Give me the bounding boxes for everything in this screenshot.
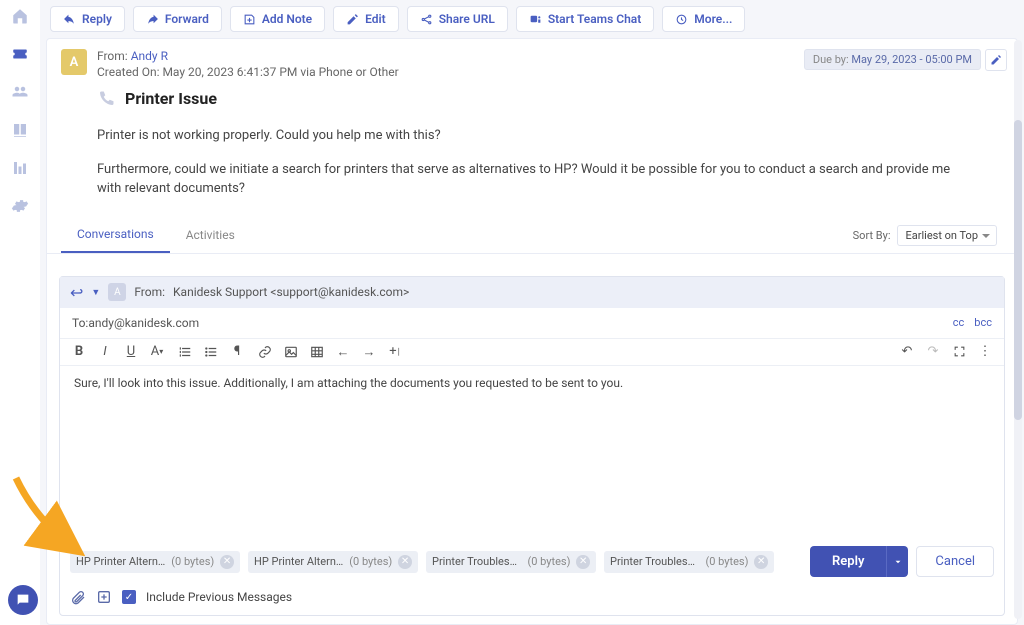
- compose-from-value: Kanidesk Support <support@kanidesk.com>: [173, 285, 409, 299]
- to-value[interactable]: andy@kanidesk.com: [88, 316, 199, 330]
- rich-text-toolbar: B I U A▾ ¶ ← →: [60, 339, 1004, 366]
- attach-file-icon[interactable]: [70, 589, 86, 605]
- agent-avatar: A: [108, 283, 126, 301]
- chat-fab[interactable]: [8, 585, 38, 615]
- nav-home-icon[interactable]: [10, 6, 30, 26]
- forward-button[interactable]: Forward: [133, 6, 222, 32]
- edit-label: Edit: [365, 12, 386, 26]
- compose-footer: ✓ Include Previous Messages: [60, 585, 1004, 615]
- fullscreen-icon[interactable]: [952, 345, 966, 359]
- redo-icon[interactable]: ↷: [926, 345, 940, 359]
- cc-toggle[interactable]: cc: [953, 316, 965, 329]
- side-nav: [0, 0, 40, 625]
- from-line: From: Andy R: [97, 49, 399, 63]
- more-button[interactable]: More...: [662, 6, 745, 32]
- created-on: Created On: May 20, 2023 6:41:37 PM via …: [97, 65, 399, 79]
- attachment-chip[interactable]: Printer Troublesh...(0 bytes)✕: [426, 551, 596, 573]
- reply-label: Reply: [82, 12, 112, 26]
- more-label: More...: [694, 12, 732, 26]
- tab-activities[interactable]: Activities: [170, 220, 251, 252]
- link-icon[interactable]: [258, 345, 272, 359]
- compose-to-row: To: andy@kanidesk.com cc bcc: [60, 308, 1004, 339]
- reply-arrow-icon[interactable]: ↩: [70, 283, 83, 302]
- teams-chat-button[interactable]: Start Teams Chat: [516, 6, 654, 32]
- nav-reports-icon[interactable]: [10, 158, 30, 178]
- sort-by: Sort By: Earliest on Top: [853, 225, 1003, 246]
- font-size-icon[interactable]: A▾: [150, 345, 164, 359]
- nav-ticket-icon[interactable]: [10, 44, 30, 64]
- insert-icon[interactable]: +∣: [388, 345, 402, 359]
- share-url-label: Share URL: [439, 12, 495, 26]
- attachments-row: HP Printer Altern...(0 bytes)✕ HP Printe…: [60, 538, 1004, 585]
- remove-attachment-icon[interactable]: ✕: [398, 555, 412, 569]
- body-paragraph: Furthermore, could we initiate a search …: [97, 160, 967, 199]
- due-by-pill: Due by: May 29, 2023 - 05:00 PM: [804, 49, 981, 70]
- action-toolbar: Reply Forward Add Note Edit Share URL St…: [40, 0, 1024, 38]
- underline-icon[interactable]: U: [124, 345, 138, 359]
- edit-due-button[interactable]: [985, 49, 1007, 71]
- unordered-list-icon[interactable]: [204, 345, 218, 359]
- attachment-chip[interactable]: HP Printer Altern...(0 bytes)✕: [248, 551, 418, 573]
- ticket-body: Printer is not working properly. Could y…: [47, 108, 1017, 209]
- remove-attachment-icon[interactable]: ✕: [220, 555, 234, 569]
- attachment-chip[interactable]: Printer Troublesh...(0 bytes)✕: [604, 551, 774, 573]
- paragraph-icon[interactable]: ¶: [230, 345, 244, 359]
- remove-attachment-icon[interactable]: ✕: [754, 555, 768, 569]
- ticket-header: A From: Andy R Created On: May 20, 2023 …: [47, 39, 1017, 108]
- reply-button[interactable]: Reply: [50, 6, 125, 32]
- tabs-row: Conversations Activities Sort By: Earlie…: [47, 219, 1017, 254]
- to-label: To:: [72, 316, 88, 330]
- more-format-icon[interactable]: ⋮: [978, 345, 992, 359]
- forward-label: Forward: [165, 12, 209, 26]
- ordered-list-icon[interactable]: [178, 345, 192, 359]
- add-note-label: Add Note: [262, 12, 312, 26]
- arrow-right-icon[interactable]: →: [362, 345, 376, 359]
- undo-icon[interactable]: ↶: [900, 345, 914, 359]
- attachment-chip[interactable]: HP Printer Altern...(0 bytes)✕: [70, 551, 240, 573]
- scrollbar[interactable]: [1014, 40, 1022, 619]
- italic-icon[interactable]: I: [98, 345, 112, 359]
- nav-contacts-icon[interactable]: [10, 82, 30, 102]
- include-previous-checkbox[interactable]: ✓: [122, 590, 136, 604]
- scrollbar-thumb[interactable]: [1014, 120, 1022, 420]
- canned-response-icon[interactable]: [96, 589, 112, 605]
- table-icon[interactable]: [310, 345, 324, 359]
- compose-panel: ↩ ▼ A From: Kanidesk Support <support@ka…: [59, 276, 1005, 617]
- send-reply-button[interactable]: Reply: [810, 546, 886, 577]
- tab-conversations[interactable]: Conversations: [61, 219, 170, 253]
- editor-body[interactable]: Sure, I'll look into this issue. Additio…: [60, 366, 1004, 539]
- bcc-toggle[interactable]: bcc: [974, 316, 992, 329]
- compose-header: ↩ ▼ A From: Kanidesk Support <support@ka…: [60, 277, 1004, 308]
- phone-icon: [97, 90, 115, 108]
- body-paragraph: Printer is not working properly. Could y…: [97, 126, 967, 146]
- nav-knowledge-icon[interactable]: [10, 120, 30, 140]
- sort-select[interactable]: Earliest on Top: [897, 225, 998, 246]
- arrow-left-icon[interactable]: ←: [336, 345, 350, 359]
- include-previous-label: Include Previous Messages: [146, 590, 292, 604]
- edit-button[interactable]: Edit: [333, 6, 399, 32]
- image-icon[interactable]: [284, 345, 298, 359]
- reply-caret-icon[interactable]: ▼: [91, 287, 100, 298]
- ticket-card: A From: Andy R Created On: May 20, 2023 …: [46, 38, 1018, 625]
- teams-chat-label: Start Teams Chat: [548, 12, 641, 26]
- add-note-button[interactable]: Add Note: [230, 6, 325, 32]
- remove-attachment-icon[interactable]: ✕: [576, 555, 590, 569]
- requester-link[interactable]: Andy R: [131, 49, 168, 63]
- nav-settings-icon[interactable]: [10, 196, 30, 216]
- compose-from-label: From:: [134, 285, 165, 299]
- share-url-button[interactable]: Share URL: [407, 6, 508, 32]
- send-reply-caret[interactable]: [886, 546, 908, 577]
- bold-icon[interactable]: B: [72, 345, 86, 359]
- main-panel: Reply Forward Add Note Edit Share URL St…: [40, 0, 1024, 625]
- sort-by-label: Sort By:: [853, 229, 891, 242]
- requester-avatar: A: [61, 49, 87, 75]
- cancel-button[interactable]: Cancel: [916, 546, 994, 577]
- ticket-subject: Printer Issue: [125, 89, 217, 108]
